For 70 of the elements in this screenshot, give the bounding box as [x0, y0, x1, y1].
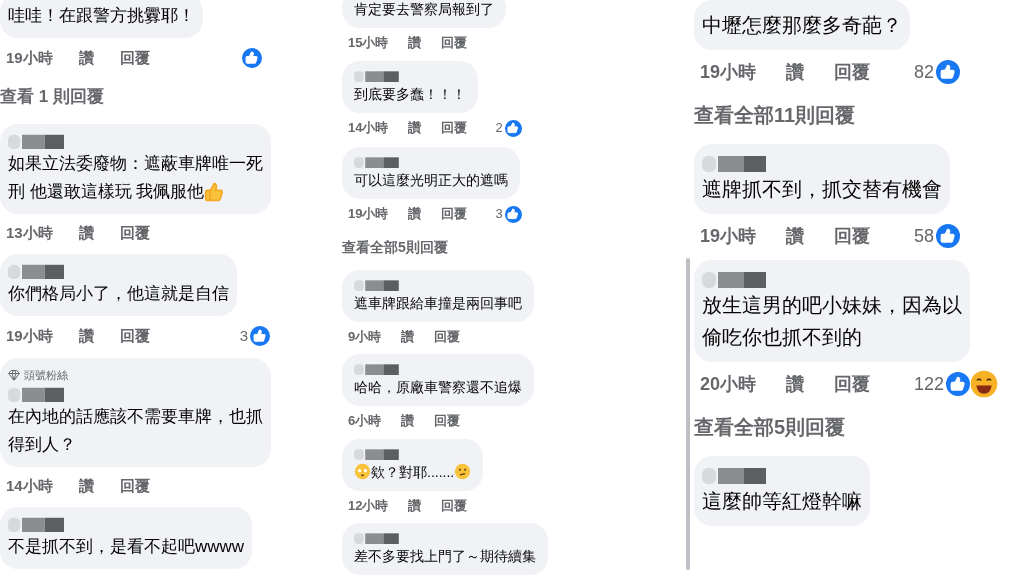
reply-link[interactable]: 回覆 [434, 326, 461, 346]
reply-link[interactable]: 回覆 [434, 411, 461, 431]
like-link[interactable]: 讚 [408, 33, 422, 53]
comment-text: 你們格局小了，他這就是自信 [8, 283, 229, 305]
comment-time: 19小時 [700, 224, 757, 248]
reply-link[interactable]: 回覆 [441, 204, 468, 224]
reply-link[interactable]: 回覆 [834, 58, 871, 86]
comment-time: 19小時 [6, 325, 53, 346]
reply-link[interactable]: 回覆 [441, 33, 468, 53]
comment-time: 9小時 [348, 327, 382, 346]
like-link[interactable]: 讚 [408, 204, 422, 224]
comment-text: 得到人？ [8, 433, 76, 456]
like-link[interactable]: 讚 [78, 324, 94, 348]
reaction-count: 58 [914, 224, 935, 248]
comment-text: 放生這男的吧小妹妹，因為以 [702, 293, 962, 318]
comment-text: 哇哇！在跟警方挑釁耶！ [8, 5, 195, 27]
view-replies-link[interactable]: 查看 1 則回覆 [0, 80, 104, 114]
reply-link[interactable]: 回覆 [119, 324, 150, 348]
comment-text: 肯定要去警察局報到了 [354, 0, 494, 19]
comment-text: 中壢怎麼那麼多奇葩？ [702, 13, 902, 38]
reply-link[interactable]: 回覆 [119, 221, 150, 244]
comment-text: 到底要多蠢！！！ [354, 84, 466, 104]
view-replies-link[interactable]: 查看全部5則回覆 [694, 408, 846, 446]
comment-text: 在內地的話應該不需要車牌，也抓 [8, 405, 263, 428]
comment-time: 6小時 [348, 412, 382, 430]
comment-text: 不是抓不到，是看不起吧wwww [8, 536, 245, 558]
comment-text: 欸？對耶....... [371, 462, 455, 482]
like-link[interactable]: 讚 [401, 411, 415, 431]
like-link[interactable]: 讚 [786, 58, 805, 86]
view-replies-link[interactable]: 查看全部5則回覆 [342, 232, 448, 262]
comment-text: 如果立法委廢物：遮蔽車牌唯一死 [8, 152, 263, 175]
like-link[interactable]: 讚 [408, 118, 422, 138]
comment-time: 20小時 [700, 372, 757, 396]
like-link[interactable]: 讚 [786, 222, 805, 250]
comment-time: 19小時 [6, 47, 53, 68]
reply-link[interactable]: 回覆 [119, 474, 150, 497]
reaction-count: 82 [914, 60, 935, 84]
reply-link[interactable]: 回覆 [834, 222, 871, 250]
comment-time: 14小時 [6, 475, 53, 496]
comment-text: 遮牌抓不到，抓交替有機會 [702, 177, 942, 202]
reply-link[interactable]: 回覆 [441, 495, 468, 515]
comment-time: 12小時 [348, 496, 389, 515]
like-link[interactable]: 讚 [401, 326, 415, 346]
reaction-count: 3 [495, 205, 503, 224]
top-fan-label: 頭號粉絲 [24, 368, 68, 383]
comment-text: 可以這麼光明正大的遮嗎 [354, 170, 508, 190]
like-link[interactable]: 讚 [78, 221, 94, 244]
reaction-count: 2 [495, 119, 503, 138]
like-link[interactable]: 讚 [786, 370, 805, 398]
comment-text: 這麼帥等紅燈幹嘛 [702, 489, 862, 514]
reply-link[interactable]: 回覆 [441, 118, 468, 138]
comment-time: 19小時 [700, 60, 757, 84]
like-link[interactable]: 讚 [408, 495, 422, 515]
like-link[interactable]: 讚 [78, 474, 94, 497]
comment-text: 刑 他還敢這樣玩 我佩服他 [8, 180, 205, 203]
comment-text: 遮車牌跟給車撞是兩回事吧 [354, 293, 522, 313]
comment-time: 19小時 [348, 205, 389, 224]
view-replies-link[interactable]: 查看全部11則回覆 [694, 96, 856, 134]
reaction-count: 3 [239, 325, 249, 346]
comment-time: 13小時 [6, 222, 53, 243]
comment-text: 差不多要找上門了～期待續集 [354, 547, 536, 566]
reply-link[interactable]: 回覆 [119, 46, 150, 70]
comment-text: 偷吃你也抓不到的 [702, 325, 862, 350]
reaction-count: 122 [914, 372, 945, 396]
reply-link[interactable]: 回覆 [834, 370, 871, 398]
comment-time: 14小時 [348, 119, 389, 138]
like-link[interactable]: 讚 [78, 46, 94, 70]
comment-time: 15小時 [348, 34, 389, 52]
diamond-icon [8, 369, 20, 382]
comment-text: 哈哈，原廠車警察還不追爆 [354, 378, 522, 397]
